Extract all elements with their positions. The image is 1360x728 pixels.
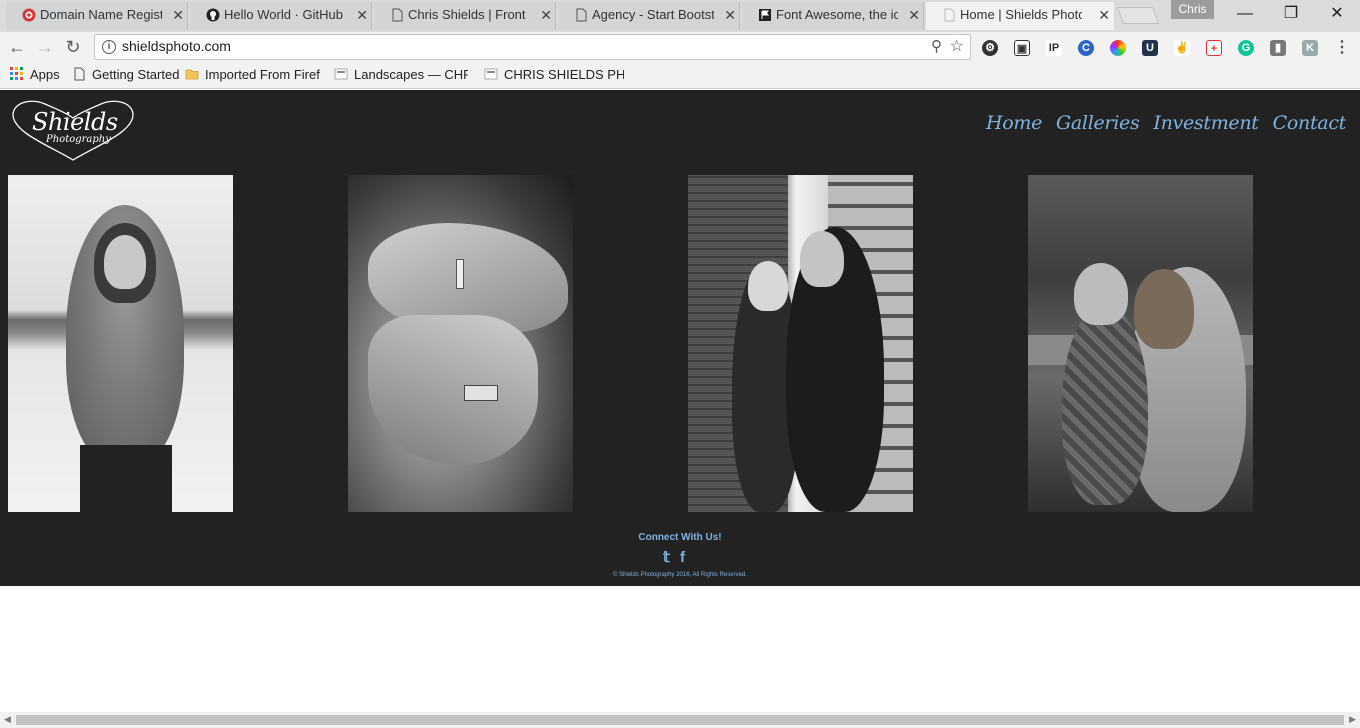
site-icon <box>334 68 348 80</box>
bus-extension-icon[interactable]: ▣ <box>1014 40 1030 56</box>
bookmark-chris-shields-photo[interactable]: CHRIS SHIELDS PHOTO <box>484 67 624 82</box>
flag-icon <box>759 9 771 21</box>
close-tab-icon[interactable]: ✕ <box>540 2 552 28</box>
scroll-right-icon[interactable]: ▶ <box>1349 714 1356 725</box>
bookmark-label: Getting Started <box>92 67 180 82</box>
photo-woman-in-snow[interactable] <box>8 175 233 512</box>
bookmark-imported-folder[interactable]: Imported From Firefo <box>185 67 320 82</box>
grammarly-extension-icon[interactable]: G <box>1238 40 1254 56</box>
photo-couple-by-brick-wall[interactable] <box>688 175 913 512</box>
tab-domain-registrar[interactable]: Domain Name Registra ✕ <box>0 2 194 30</box>
bookmark-label: CHRIS SHIELDS PHOTO <box>504 67 624 82</box>
color-wheel-extension-icon[interactable] <box>1110 40 1126 56</box>
site-logo[interactable]: Shields Photography <box>10 98 136 164</box>
nav-galleries[interactable]: Galleries <box>1056 112 1140 134</box>
tab-font-awesome[interactable]: Font Awesome, the ico ✕ <box>736 2 930 30</box>
bookmark-label: Apps <box>30 67 60 82</box>
main-nav: Home Galleries Investment Contact <box>986 112 1346 134</box>
nav-home[interactable]: Home <box>986 112 1042 134</box>
facebook-icon[interactable]: f <box>680 549 685 567</box>
reload-icon[interactable]: ↻ <box>62 36 84 58</box>
restore-icon[interactable]: ❐ <box>1268 0 1314 28</box>
folder-icon <box>185 69 199 80</box>
apps-grid-icon <box>10 67 23 80</box>
bookmark-landscapes[interactable]: Landscapes — CHRIS <box>334 67 468 82</box>
bookmarks-bar: Apps Getting Started Imported From Firef… <box>0 62 1360 89</box>
bar-extension-icon[interactable]: ▮ <box>1270 40 1286 56</box>
back-icon[interactable]: ← <box>6 36 28 58</box>
nav-contact[interactable]: Contact <box>1273 112 1347 134</box>
u-extension-icon[interactable]: U <box>1142 40 1158 56</box>
bookmark-apps[interactable]: Apps <box>10 67 60 82</box>
bookmark-label: Landscapes — CHRIS <box>354 67 468 82</box>
site-icon <box>484 68 498 80</box>
info-icon[interactable]: i <box>102 40 116 54</box>
close-tab-icon[interactable]: ✕ <box>724 2 736 28</box>
forward-icon[interactable]: → <box>34 36 56 58</box>
close-tab-icon[interactable]: ✕ <box>908 2 920 28</box>
url-text[interactable]: shieldsphoto.com <box>122 38 231 54</box>
site-page: Shields Photography Home Galleries Inves… <box>0 90 1360 586</box>
scrollbar-thumb[interactable] <box>16 715 1344 725</box>
plus-extension-icon[interactable]: + <box>1206 40 1222 56</box>
nav-investment[interactable]: Investment <box>1153 112 1259 134</box>
tab-agency[interactable]: Agency - Start Bootstra ✕ <box>552 2 746 30</box>
browser-toolbar: ← → ↻ i shieldsphoto.com ⚲ ☆ ⚙ ▣ IP C U … <box>0 32 1360 62</box>
minimize-icon[interactable]: — <box>1222 0 1268 28</box>
tab-strip: Domain Name Registra ✕ Hello World · Git… <box>0 0 1360 32</box>
gear-extension-icon[interactable]: ⚙ <box>982 40 998 56</box>
k-extension-icon[interactable]: K <box>1302 40 1318 56</box>
c-extension-icon[interactable]: C <box>1078 40 1094 56</box>
tab-label: Agency - Start Bootstra <box>592 7 714 22</box>
profile-button[interactable]: Chris <box>1171 0 1214 19</box>
scroll-left-icon[interactable]: ◀ <box>4 714 11 725</box>
page-icon <box>74 67 85 81</box>
bookmark-star-icon[interactable]: ☆ <box>950 36 964 56</box>
bookmark-label: Imported From Firefo <box>205 67 320 82</box>
twitter-icon[interactable]: 𝕥 <box>663 549 670 567</box>
registrar-icon <box>22 8 36 22</box>
close-tab-icon[interactable]: ✕ <box>1098 2 1110 28</box>
tab-label: Home | Shields Photog <box>960 7 1082 22</box>
peace-extension-icon[interactable]: ✌ <box>1174 40 1190 56</box>
close-window-icon[interactable]: ✕ <box>1314 0 1360 28</box>
tab-chris-shields[interactable]: Chris Shields | Front En ✕ <box>368 2 562 30</box>
bookmark-getting-started[interactable]: Getting Started <box>72 67 179 82</box>
tab-shields-home[interactable]: Home | Shields Photog ✕ <box>920 2 1120 30</box>
address-bar[interactable]: i shieldsphoto.com ⚲ ☆ <box>94 34 971 60</box>
new-tab-button[interactable] <box>1116 7 1160 24</box>
page-icon <box>392 8 403 22</box>
copyright-text: © Shields Photography 2016, All Rights R… <box>613 572 747 578</box>
tab-label: Hello World · GitHub G <box>224 7 346 22</box>
tab-label: Chris Shields | Front En <box>408 7 530 22</box>
tab-label: Font Awesome, the ico <box>776 7 898 22</box>
logo-title: Shields <box>32 108 118 136</box>
close-tab-icon[interactable]: ✕ <box>356 2 368 28</box>
close-tab-icon[interactable]: ✕ <box>172 2 184 28</box>
ip-extension-icon[interactable]: IP <box>1046 40 1062 56</box>
page-icon <box>944 8 955 22</box>
logo-subtitle: Photography <box>46 134 111 145</box>
photo-mother-and-child[interactable] <box>1028 175 1253 512</box>
zoom-icon[interactable]: ⚲ <box>931 37 942 55</box>
tab-label: Domain Name Registra <box>40 7 162 22</box>
tab-github[interactable]: Hello World · GitHub G ✕ <box>184 2 378 30</box>
page-icon <box>576 8 587 22</box>
photo-hands-with-rings[interactable] <box>348 175 573 512</box>
horizontal-scrollbar[interactable]: ◀ ▶ <box>0 712 1360 728</box>
menu-kebab-icon[interactable]: ⋮ <box>1334 40 1350 56</box>
connect-heading: Connect With Us! <box>638 532 722 543</box>
github-icon <box>206 8 220 22</box>
social-links: 𝕥 f <box>663 549 685 567</box>
